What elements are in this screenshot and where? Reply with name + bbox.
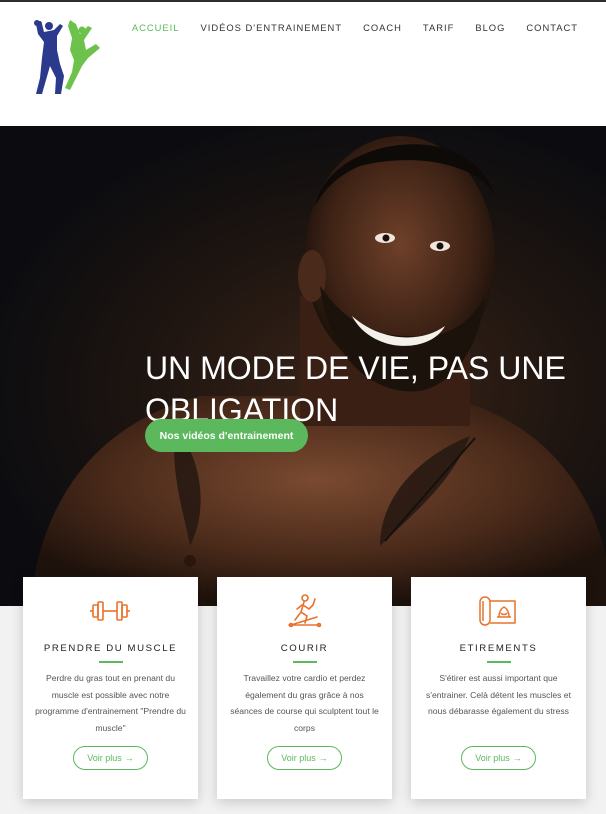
see-more-button[interactable]: Voir plus →: [461, 746, 536, 770]
nav-item-videos[interactable]: VIDÉOS D'ENTRAINEMENT: [201, 22, 343, 33]
hero-banner: UN MODE DE VIE, PAS UNE OBLIGATION Nos v…: [0, 126, 606, 606]
dumbbell-icon: [90, 601, 130, 621]
nav-item-contact[interactable]: CONTACT: [526, 22, 578, 33]
card-title: PRENDRE DU MUSCLE: [43, 643, 178, 654]
card-description: S'étirer est aussi important que s'entra…: [426, 673, 571, 716]
see-more-label: Voir plus: [87, 753, 122, 763]
arrow-right-icon: →: [124, 753, 134, 763]
yoga-mat-icon: [479, 596, 516, 626]
main-nav: ACCUEIL VIDÉOS D'ENTRAINEMENT COACH TARI…: [132, 22, 578, 33]
nav-item-coach[interactable]: COACH: [363, 22, 402, 33]
training-videos-button[interactable]: Nos vidéos d'entrainement: [145, 419, 308, 452]
arrow-right-icon: →: [318, 753, 328, 763]
see-more-button[interactable]: Voir plus →: [73, 746, 148, 770]
card-description: Perdre du gras tout en prenant du muscle…: [35, 673, 186, 733]
nav-item-accueil[interactable]: ACCUEIL: [132, 22, 180, 33]
nav-item-blog[interactable]: BLOG: [475, 22, 505, 33]
see-more-label: Voir plus: [475, 753, 510, 763]
fitness-logo[interactable]: [30, 16, 110, 96]
treadmill-icon: [288, 594, 322, 628]
title-divider: [487, 661, 511, 663]
site-header: ACCUEIL VIDÉOS D'ENTRAINEMENT COACH TARI…: [0, 2, 606, 126]
nav-item-tarif[interactable]: TARIF: [423, 22, 454, 33]
service-card-running: COURIR Travaillez votre cardio et perdez…: [217, 577, 392, 799]
card-description: Travaillez votre cardio et perdez égalem…: [230, 673, 379, 733]
arrow-right-icon: →: [512, 753, 522, 763]
service-card-muscle: PRENDRE DU MUSCLE Perdre du gras tout en…: [23, 577, 198, 799]
title-divider: [99, 661, 123, 663]
title-divider: [293, 661, 317, 663]
card-title: ETIREMENTS: [459, 643, 538, 654]
service-card-stretching: ETIREMENTS S'étirer est aussi important …: [411, 577, 586, 799]
see-more-button[interactable]: Voir plus →: [267, 746, 342, 770]
see-more-label: Voir plus: [281, 753, 316, 763]
card-title: COURIR: [280, 643, 329, 654]
